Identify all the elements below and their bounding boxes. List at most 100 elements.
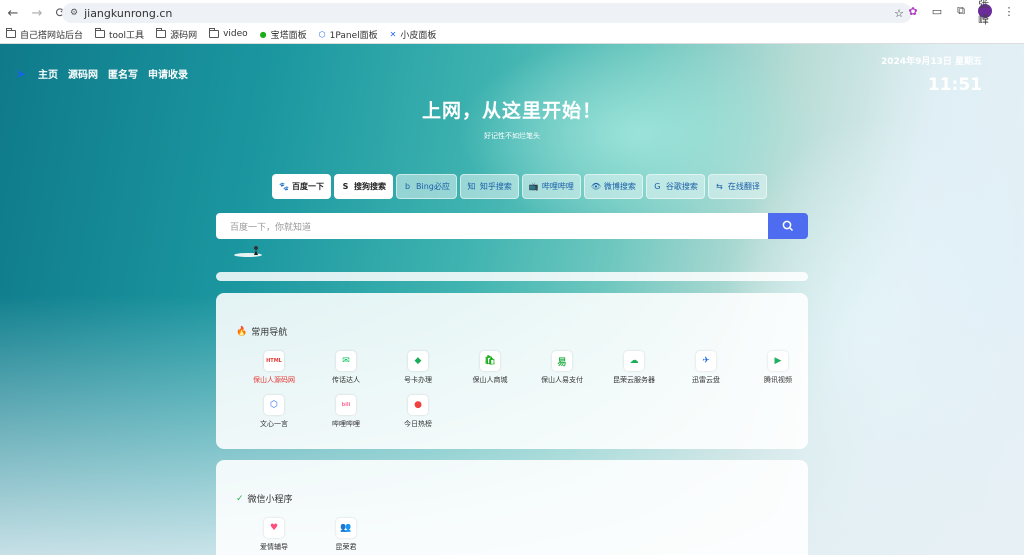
engine-icon: S <box>342 182 349 191</box>
hero: 上网，从这里开始！ 好记性不如烂笔头 <box>0 96 1024 141</box>
nav-source[interactable]: 源码网 <box>68 66 98 81</box>
nav-home[interactable]: 主页 <box>38 66 58 81</box>
bookmark-label: 源码网 <box>170 30 198 41</box>
site-icon: ☁ <box>624 351 644 371</box>
bookmark-item[interactable]: ✕ 小皮面板 <box>390 28 437 41</box>
nav-tile[interactable]: ☁ 昆荣云服务器 <box>598 351 670 385</box>
sidebar-icon[interactable]: ▭ <box>930 4 944 18</box>
bookmark-item[interactable]: ⬡ 1Panel面板 <box>319 28 378 41</box>
avatar[interactable]: 张峰 <box>978 0 992 26</box>
bookmark-item[interactable]: ● 宝塔面板 <box>260 28 307 41</box>
address-bar[interactable]: ⚙ jiangkunrong.cn ☆ <box>62 3 912 23</box>
site-icon: 🛍 <box>480 351 500 371</box>
site-icon: ✈ <box>696 351 716 371</box>
tile-label: 哔哩哔哩 <box>332 420 360 428</box>
nav-tile[interactable]: ◆ 号卡办理 <box>382 351 454 385</box>
tile-label: 昆荣云服务器 <box>613 376 655 384</box>
engine-tab[interactable]: ⇆ 在线翻译 <box>707 174 767 199</box>
tile-label: 号卡办理 <box>404 376 432 384</box>
search-engine-tabs: 🐾 百度一下 S 搜狗搜索 b Bing必应知知乎搜索 📺 哔哩哔哩 👁 微博搜索 G 谷歌搜索 ⇆ 在线… <box>272 174 767 199</box>
bookmark-item[interactable]: 源码网 <box>156 28 197 41</box>
site-icon: ✉ <box>336 351 356 371</box>
nav-anon[interactable]: 匿名写 <box>108 66 138 81</box>
puzzle-icon[interactable]: ⧉ <box>954 4 968 18</box>
menu-icon[interactable]: ⋮ <box>1002 4 1016 18</box>
extension-icon[interactable]: ✿ <box>906 4 920 18</box>
forward-button[interactable]: → <box>28 4 46 22</box>
nav-tile[interactable]: 👥 昆荣君 <box>310 518 382 552</box>
bookmark-item[interactable]: tool工具 <box>95 28 144 41</box>
site-icon: 👥 <box>336 518 356 538</box>
nav-tile[interactable]: ▶ 腾讯视频 <box>742 351 814 385</box>
clock: 2024年9月13日 星期五 11:51 <box>881 54 982 95</box>
baota-icon: ● <box>259 29 267 39</box>
nav-tile[interactable]: 🛍 保山人商城 <box>454 351 526 385</box>
back-button[interactable]: ← <box>4 4 22 22</box>
engine-tab[interactable]: 知知乎搜索 <box>459 174 519 199</box>
fire-icon: 🔥 <box>236 326 248 337</box>
nav-tile[interactable]: ⬡ 文心一言 <box>238 395 310 429</box>
clock-date: 2024年9月13日 星期五 <box>881 57 982 67</box>
site-icon: bili <box>336 395 356 415</box>
engine-label: 百度一下 <box>292 182 324 191</box>
folder-icon <box>209 28 220 38</box>
hero-title: 上网，从这里开始！ <box>421 100 602 122</box>
tile-label: 爱情辅导 <box>260 543 288 551</box>
divider-bar <box>216 272 808 281</box>
search-bar: 百度一下，你就知道 <box>216 213 808 239</box>
1panel-icon: ⬡ <box>318 29 326 39</box>
xp-icon: ✕ <box>389 29 397 39</box>
section-card-wechat: ✓ 微信小程序 ♥ 爱情辅导 👥 昆荣君 <box>216 460 808 555</box>
nav-tile[interactable]: ♥ 爱情辅导 <box>238 518 310 552</box>
nav-tile[interactable]: ✉ 传话达人 <box>310 351 382 385</box>
bookmark-star-icon[interactable]: ☆ <box>894 7 904 20</box>
folder-icon <box>6 28 16 38</box>
search-button[interactable] <box>768 213 808 239</box>
check-icon: ✓ <box>236 493 244 504</box>
search-input[interactable]: 百度一下，你就知道 <box>216 213 768 239</box>
nav-tile[interactable]: bili 哔哩哔哩 <box>310 395 382 429</box>
tile-label: 昆荣君 <box>335 543 357 551</box>
bookmark-item[interactable]: 自己搭网站后台 <box>6 28 83 41</box>
engine-tab[interactable]: G 谷歌搜索 <box>645 174 705 199</box>
engine-icon: 📺 <box>528 182 539 191</box>
nav-grid: ♥ 爱情辅导 👥 昆荣君 <box>238 518 814 552</box>
bookmarks-bar: 自己搭网站后台 tool工具 源码网 video ● 宝塔面板 ⬡ 1Panel面板 ✕ 小皮面板 <box>6 27 436 41</box>
nav-buttons: ← → ⟳ <box>4 4 70 22</box>
nav-apply[interactable]: 申请收录 <box>148 66 188 81</box>
bookmark-item[interactable]: video <box>209 28 248 39</box>
engine-label: 谷歌搜索 <box>665 182 698 191</box>
site-icon: 易 <box>552 351 572 371</box>
engine-tab[interactable]: S 搜狗搜索 <box>334 174 393 199</box>
section-title-label: 微信小程序 <box>247 495 293 505</box>
engine-tab[interactable]: 🐾 百度一下 <box>272 174 331 199</box>
site-icon: ● <box>408 395 428 415</box>
engine-icon: ⇆ <box>716 182 723 191</box>
site-info-icon[interactable]: ⚙ <box>70 8 78 18</box>
engine-label: 搜狗搜索 <box>354 182 386 191</box>
engine-icon: 知 <box>467 182 476 191</box>
folder-icon <box>156 28 167 38</box>
site-icon: ▶ <box>768 351 788 371</box>
tile-label: 迅雷云盘 <box>692 376 720 384</box>
bookmark-label: video <box>223 29 248 39</box>
tile-label: 保山人商城 <box>472 376 508 384</box>
hero-subtitle: 好记性不如烂笔头 <box>484 132 540 140</box>
engine-tab[interactable]: b Bing必应 <box>396 174 457 199</box>
bookmark-label: 小皮面板 <box>400 30 437 41</box>
nav-tile[interactable]: ● 今日热榜 <box>382 395 454 429</box>
nav-tile[interactable]: HTML 保山人源码网 <box>238 351 310 385</box>
tile-label: 文心一言 <box>260 420 288 428</box>
engine-label: 哔哩哔哩 <box>541 182 574 191</box>
engine-tab[interactable]: 📺 哔哩哔哩 <box>521 174 581 199</box>
browser-chrome: ← → ⟳ ⚙ jiangkunrong.cn ☆ ✿ ▭ ⧉ 张峰 ⋮ 自己搭… <box>0 0 1024 44</box>
engine-label: Bing必应 <box>416 182 450 191</box>
site-icon: ♥ <box>264 518 284 538</box>
engine-label: 在线翻译 <box>727 182 760 191</box>
tile-label: 传话达人 <box>332 376 360 384</box>
nav-tile[interactable]: 易保山人易支付 <box>526 351 598 385</box>
site-icon: HTML <box>264 351 284 371</box>
surfer-image <box>234 246 262 257</box>
engine-tab[interactable]: 👁 微博搜索 <box>583 174 643 199</box>
nav-tile[interactable]: ✈ 迅雷云盘 <box>670 351 742 385</box>
